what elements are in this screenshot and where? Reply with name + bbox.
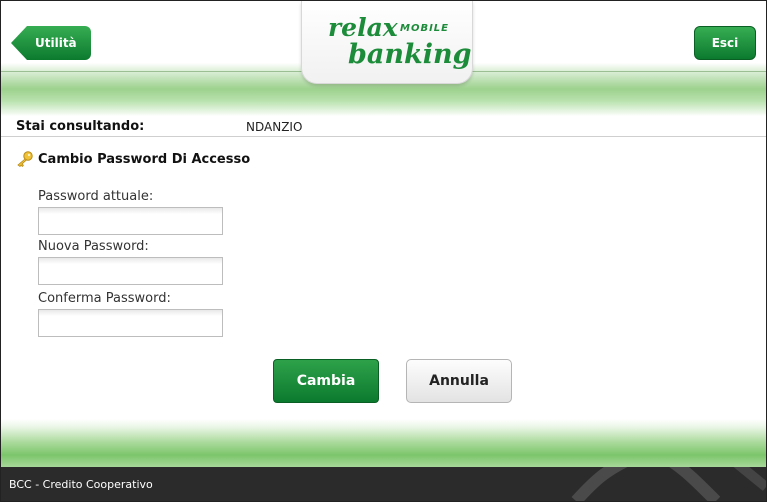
consulting-value: NDANZIO <box>246 120 303 134</box>
exit-button[interactable]: Esci <box>694 26 756 60</box>
new-password-input[interactable] <box>38 257 223 285</box>
cancel-button[interactable]: Annulla <box>406 359 512 403</box>
section-title-text: Cambio Password Di Accesso <box>38 151 251 167</box>
footer-decoration-icon <box>571 467 766 501</box>
back-button-label: Utilità <box>35 36 77 50</box>
logo-word-mobile: MOBILE <box>400 23 449 34</box>
consulting-label: Stai consultando: <box>16 119 145 134</box>
back-button[interactable]: Utilità <box>11 26 91 60</box>
consulting-row: Stai consultando: NDANZIO <box>1 116 766 137</box>
footer-text: BCC - Credito Cooperativo <box>9 478 153 491</box>
current-password-input[interactable] <box>38 207 223 235</box>
change-button-label: Cambia <box>296 373 356 389</box>
footer-bar: BCC - Credito Cooperativo <box>1 467 766 501</box>
confirm-password-label: Conferma Password: <box>38 291 171 306</box>
logo-word-relax: relax <box>328 13 398 42</box>
exit-button-label: Esci <box>711 36 739 50</box>
header-bar: Utilità relax MOBILE banking Esci <box>1 1 766 116</box>
section-title: Cambio Password Di Accesso <box>16 151 250 167</box>
current-password-label: Password attuale: <box>38 189 154 204</box>
app-frame: Utilità relax MOBILE banking Esci Stai c… <box>0 0 767 502</box>
bottom-band <box>1 419 766 467</box>
change-button[interactable]: Cambia <box>273 359 379 403</box>
confirm-password-input[interactable] <box>38 309 223 337</box>
new-password-label: Nuova Password: <box>38 239 149 254</box>
key-icon <box>17 151 33 167</box>
cancel-button-label: Annulla <box>429 373 489 389</box>
logo-word-banking: banking <box>348 39 472 70</box>
brand-logo: relax MOBILE banking <box>301 1 473 84</box>
